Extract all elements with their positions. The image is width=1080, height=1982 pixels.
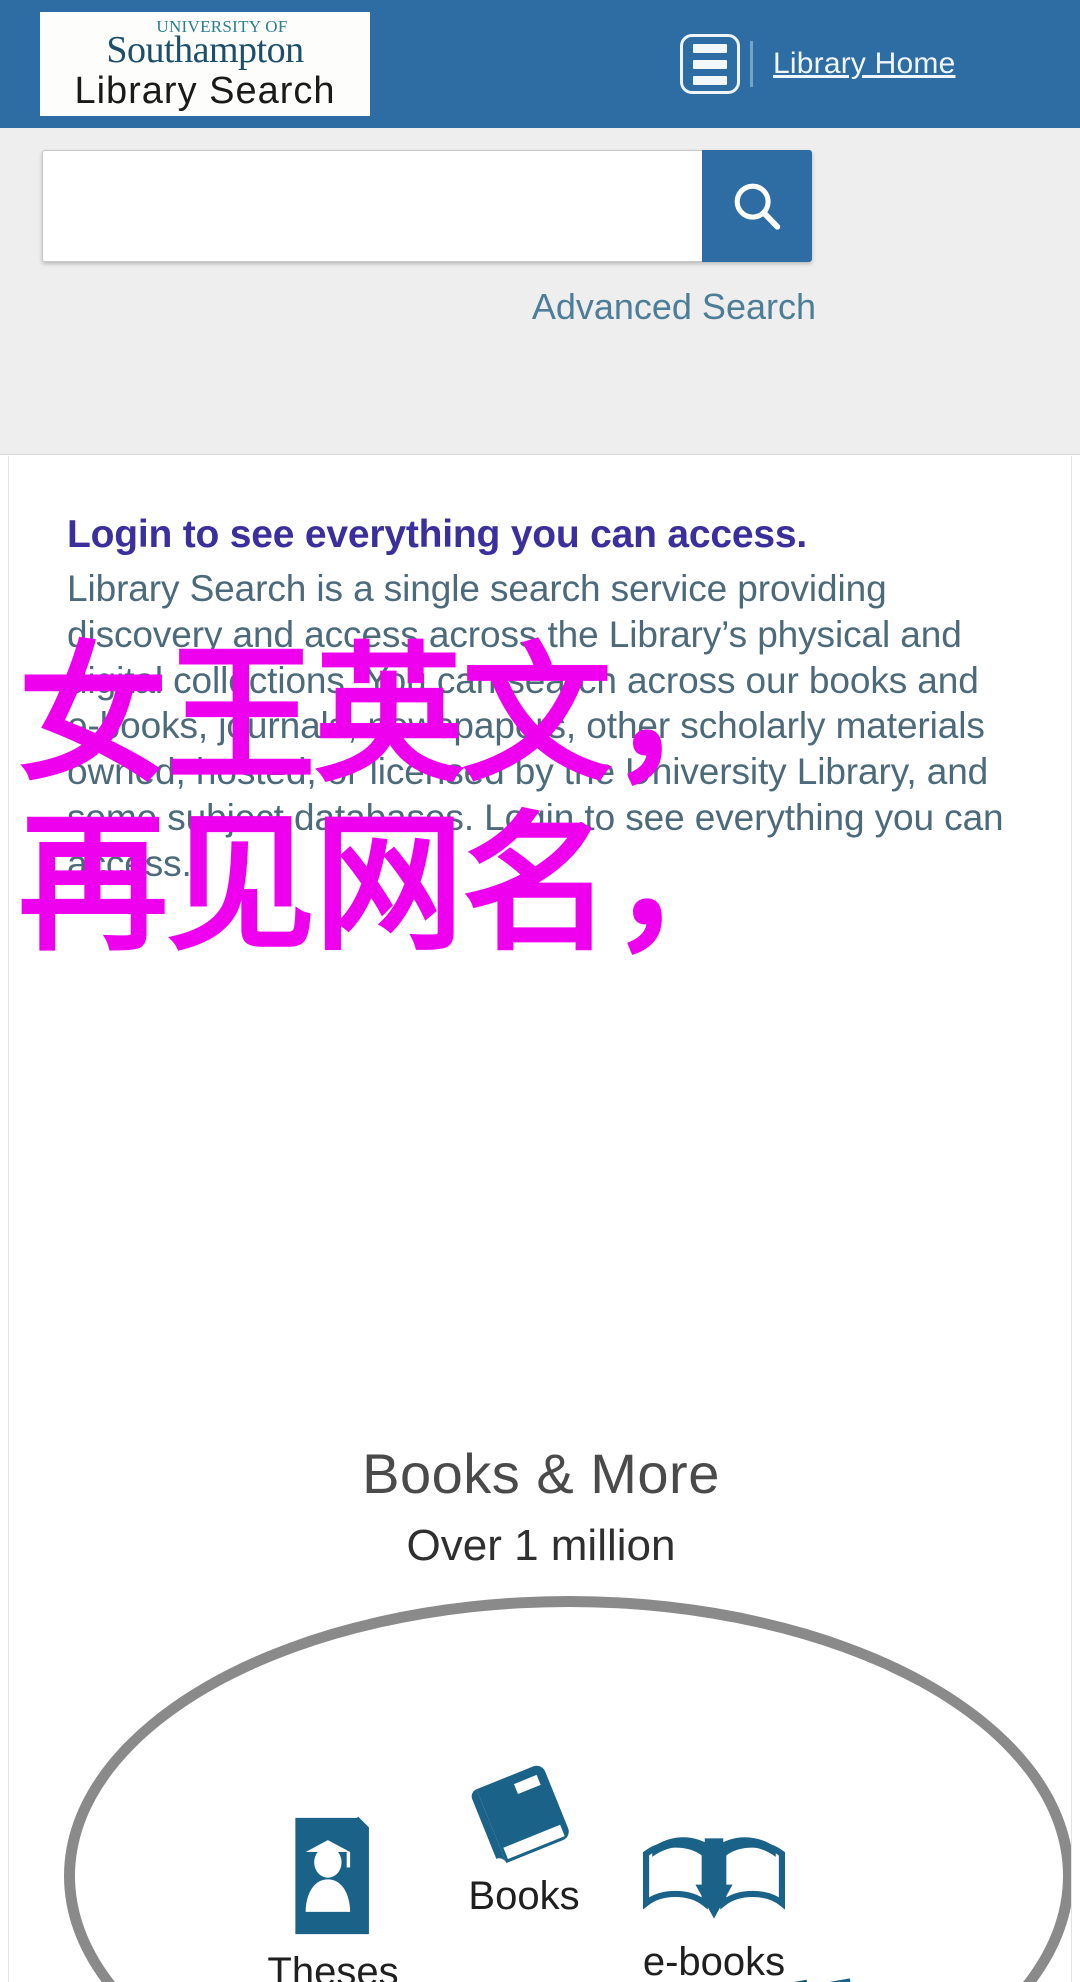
book-icon	[471, 1765, 569, 1864]
hamburger-bar-3	[693, 75, 727, 85]
search-magnifier-icon	[734, 183, 781, 230]
login-heading: Login to see everything you can access.	[67, 513, 807, 556]
hamburger-bar-2	[693, 59, 727, 69]
page-root: UNIVERSITY OF Southampton Library Search…	[0, 0, 1080, 1982]
illustration-item-theses[interactable]: Theses	[253, 1811, 413, 1982]
search-input[interactable]	[42, 150, 702, 262]
illustration-item-ebooks[interactable]: e-books	[619, 1826, 809, 1982]
login-description: Library Search is a single search servic…	[67, 567, 1004, 884]
open-book-icon	[794, 1978, 863, 1982]
books-and-more-illustration: Books & More Over 1 million Theses Books…	[9, 1441, 1071, 1982]
advanced-search-link[interactable]: Advanced Search	[532, 286, 816, 328]
search-submit-button[interactable]	[702, 150, 812, 262]
app-header: UNIVERSITY OF Southampton Library Search…	[0, 0, 1080, 128]
hamburger-bar-1	[693, 43, 727, 53]
ebook-download-icon	[642, 1837, 786, 1919]
logo-library-search-text: Library Search	[74, 70, 336, 113]
illustration-label-books: Books	[468, 1874, 580, 1918]
thesis-book-icon	[295, 1816, 369, 1935]
illustration-title: Books & More	[362, 1442, 720, 1505]
illustration-item-books[interactable]: Books	[439, 1761, 609, 1919]
logo-southampton-text: Southampton	[106, 29, 304, 71]
illustration-label-theses: Theses	[267, 1950, 399, 1982]
illustration-item-course-collections[interactable]: Course collections	[749, 1971, 969, 1982]
header-divider	[750, 41, 753, 87]
search-bar	[42, 150, 812, 262]
illustration-subtitle: Over 1 million	[406, 1521, 676, 1570]
card-inner: Login to see everything you can access. …	[9, 456, 1071, 887]
university-logo[interactable]: UNIVERSITY OF Southampton Library Search	[40, 12, 370, 116]
hamburger-menu-icon[interactable]	[680, 34, 740, 94]
main-content-card: Login to see everything you can access. …	[8, 456, 1072, 1982]
header-right-group: Library Home	[520, 0, 1080, 128]
library-home-link[interactable]: Library Home	[773, 47, 955, 81]
search-section: Advanced Search	[0, 128, 1080, 455]
